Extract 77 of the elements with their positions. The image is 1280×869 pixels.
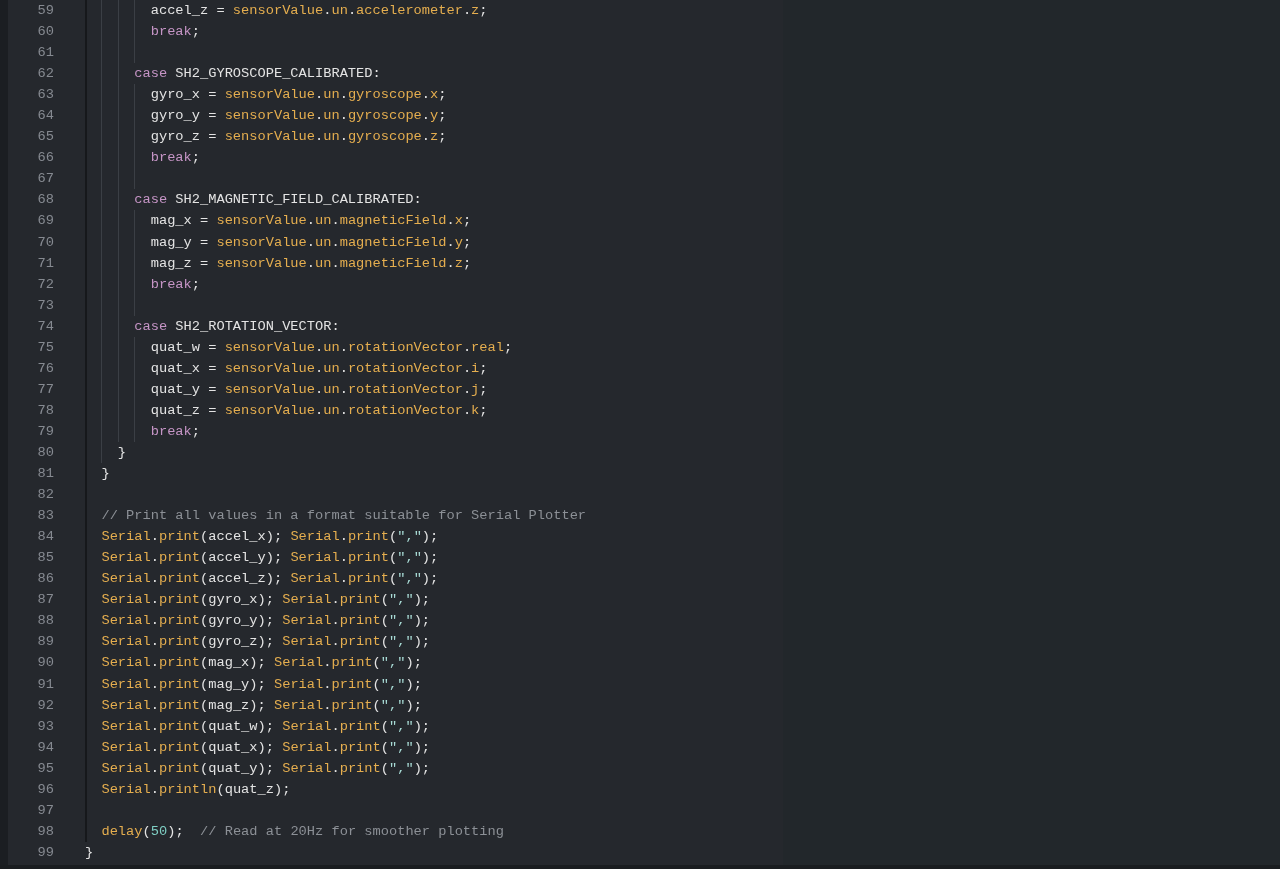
code-line: Serial.println(quat_z); — [101, 781, 291, 797]
code-line: } — [85, 844, 94, 860]
line-number: 87 — [36, 591, 54, 610]
line-number: 69 — [36, 212, 54, 231]
code-line: } — [117, 445, 127, 460]
line-number: 83 — [36, 507, 54, 526]
code-line: Serial.print(quat_w); Serial.print(","); — [101, 718, 431, 734]
code-line: quat_x = sensorValue.un.rotationVector.i; — [150, 360, 488, 376]
line-number: 76 — [36, 359, 54, 378]
line-number: 80 — [36, 444, 54, 462]
line-number: 81 — [36, 465, 54, 484]
line-number: 79 — [36, 422, 54, 441]
line-number: 73 — [36, 296, 54, 315]
line-number: 86 — [36, 570, 54, 589]
code-line: break; — [150, 276, 200, 292]
code-line: break; — [150, 423, 200, 439]
line-number: 75 — [36, 338, 54, 357]
code-line: case SH2_ROTATION_VECTOR: — [134, 318, 340, 334]
code-line: break; — [150, 150, 200, 166]
code-line: Serial.print(quat_y); Serial.print(","); — [101, 760, 431, 776]
code-line: case SH2_MAGNETIC_FIELD_CALIBRATED: — [134, 192, 422, 208]
line-number: 77 — [36, 380, 54, 399]
line-number: 59 — [36, 2, 54, 20]
line-number: 67 — [36, 170, 54, 189]
code-line: Serial.print(gyro_z); Serial.print(","); — [101, 634, 431, 650]
line-number: 96 — [36, 780, 54, 799]
line-number: 91 — [36, 675, 54, 694]
code-line: gyro_y = sensorValue.un.gyroscope.y; — [150, 108, 447, 124]
line-number: 78 — [36, 401, 54, 420]
code-line: mag_y = sensorValue.un.magneticField.y; — [150, 234, 472, 250]
code-line: gyro_x = sensorValue.un.gyroscope.x; — [150, 87, 447, 103]
line-number: 97 — [36, 801, 54, 820]
code-line: mag_x = sensorValue.un.magneticField.x; — [150, 213, 472, 229]
code-line: Serial.print(mag_x); Serial.print(","); — [101, 655, 422, 671]
code-line: Serial.print(mag_y); Serial.print(","); — [101, 676, 422, 692]
line-number: 85 — [36, 549, 54, 568]
code-line: } — [101, 466, 110, 482]
line-number: 65 — [36, 128, 54, 147]
code-line: Serial.print(accel_z); Serial.print(","); — [101, 571, 439, 587]
line-number: 70 — [36, 233, 54, 252]
code-line: quat_z = sensorValue.un.rotationVector.k; — [150, 402, 488, 418]
line-number: 60 — [36, 23, 54, 42]
code-line: delay(50); // Read at 20Hz for smoother plotting — [101, 823, 504, 839]
line-number: 71 — [36, 254, 54, 273]
line-number: 88 — [36, 612, 54, 631]
code-line: mag_z = sensorValue.un.magneticField.z; — [150, 255, 472, 271]
code-line: // Print all values in a format suitable for Serial Plotter — [101, 508, 587, 524]
line-number: 61 — [36, 44, 54, 63]
code-line: Serial.print(quat_x); Serial.print(","); — [101, 739, 431, 755]
line-number: 74 — [36, 317, 54, 336]
line-number: 72 — [36, 275, 54, 294]
code-line: gyro_z = sensorValue.un.gyroscope.z; — [150, 129, 447, 145]
line-number: 89 — [36, 633, 54, 652]
line-number: 64 — [36, 107, 54, 126]
line-number: 94 — [36, 738, 54, 757]
line-number: 68 — [36, 191, 54, 210]
code-line: Serial.print(mag_z); Serial.print(","); — [101, 697, 422, 713]
code-line: break; — [150, 24, 200, 40]
line-number: 98 — [36, 822, 54, 841]
line-number: 99 — [36, 843, 54, 862]
code-line: Serial.print(gyro_x); Serial.print(","); — [101, 592, 431, 608]
code-line: case SH2_GYROSCOPE_CALIBRATED: — [134, 66, 381, 82]
code-line: Serial.print(accel_y); Serial.print(","); — [101, 550, 439, 566]
code-line: accel_z = sensorValue.un.accelerometer.z; — [150, 3, 488, 18]
line-number: 93 — [36, 717, 54, 736]
line-number: 62 — [36, 65, 54, 84]
line-number: 66 — [36, 149, 54, 168]
line-number: 82 — [36, 486, 54, 505]
code-line: Serial.print(accel_x); Serial.print(","); — [101, 529, 439, 545]
line-number: 63 — [36, 86, 54, 105]
code-line: quat_y = sensorValue.un.rotationVector.j; — [150, 381, 488, 397]
line-number: 92 — [36, 696, 54, 715]
line-number: 95 — [36, 759, 54, 778]
line-number: 84 — [36, 528, 54, 547]
code-line: Serial.print(gyro_y); Serial.print(","); — [101, 613, 431, 629]
line-number: 90 — [36, 654, 54, 673]
code-line: quat_w = sensorValue.un.rotationVector.real; — [150, 339, 513, 355]
